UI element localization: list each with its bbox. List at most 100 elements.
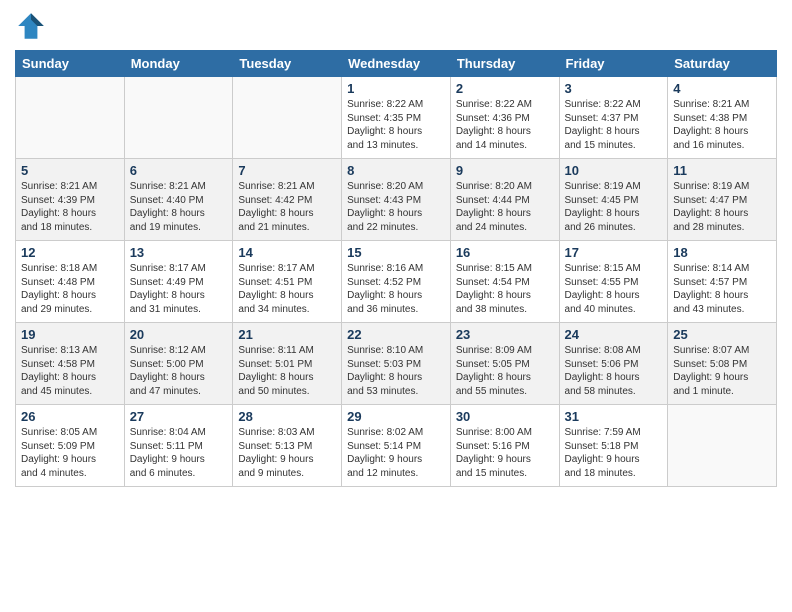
day-info: Sunrise: 8:21 AM Sunset: 4:38 PM Dayligh… (673, 98, 771, 152)
calendar-cell (124, 77, 233, 159)
day-info: Sunrise: 8:05 AM Sunset: 5:09 PM Dayligh… (21, 426, 119, 480)
week-row-2: 5 Sunrise: 8:21 AM Sunset: 4:39 PM Daylig… (16, 159, 777, 241)
weekday-header-row: SundayMondayTuesdayWednesdayThursdayFrid… (16, 51, 777, 77)
day-number: 7 (238, 163, 336, 178)
calendar-cell: 18 Sunrise: 8:14 AM Sunset: 4:57 PM Dayli… (668, 241, 777, 323)
day-number: 11 (673, 163, 771, 178)
calendar-cell: 28 Sunrise: 8:03 AM Sunset: 5:13 PM Dayli… (233, 405, 342, 487)
weekday-header-sunday: Sunday (16, 51, 125, 77)
calendar-cell: 10 Sunrise: 8:19 AM Sunset: 4:45 PM Dayli… (559, 159, 668, 241)
day-number: 5 (21, 163, 119, 178)
calendar-cell: 31 Sunrise: 7:59 AM Sunset: 5:18 PM Dayli… (559, 405, 668, 487)
calendar-cell: 16Sunrise: 8:15 AM Sunset: 4:54 PM Dayli… (450, 241, 559, 323)
day-info: Sunrise: 8:08 AM Sunset: 5:06 PM Dayligh… (565, 344, 663, 398)
calendar-cell: 26 Sunrise: 8:05 AM Sunset: 5:09 PM Dayli… (16, 405, 125, 487)
calendar-cell: 22Sunrise: 8:10 AM Sunset: 5:03 PM Dayli… (342, 323, 451, 405)
calendar-cell: 11 Sunrise: 8:19 AM Sunset: 4:47 PM Dayli… (668, 159, 777, 241)
day-number: 25 (673, 327, 771, 342)
day-info: Sunrise: 8:17 AM Sunset: 4:49 PM Dayligh… (130, 262, 228, 316)
day-number: 10 (565, 163, 663, 178)
day-info: Sunrise: 8:21 AM Sunset: 4:39 PM Dayligh… (21, 180, 119, 234)
calendar-cell: 12Sunrise: 8:18 AM Sunset: 4:48 PM Dayli… (16, 241, 125, 323)
day-info: Sunrise: 8:22 AM Sunset: 4:37 PM Dayligh… (565, 98, 663, 152)
logo-icon (15, 10, 47, 42)
weekday-header-monday: Monday (124, 51, 233, 77)
week-row-4: 19 Sunrise: 8:13 AM Sunset: 4:58 PM Dayli… (16, 323, 777, 405)
day-number: 26 (21, 409, 119, 424)
calendar-cell: 4 Sunrise: 8:21 AM Sunset: 4:38 PM Daylig… (668, 77, 777, 159)
calendar-cell: 3 Sunrise: 8:22 AM Sunset: 4:37 PM Daylig… (559, 77, 668, 159)
calendar-cell: 7 Sunrise: 8:21 AM Sunset: 4:42 PM Daylig… (233, 159, 342, 241)
day-number: 8 (347, 163, 445, 178)
day-info: Sunrise: 8:19 AM Sunset: 4:45 PM Dayligh… (565, 180, 663, 234)
day-number: 27 (130, 409, 228, 424)
day-number: 28 (238, 409, 336, 424)
header (15, 10, 777, 42)
day-info: Sunrise: 8:10 AM Sunset: 5:03 PM Dayligh… (347, 344, 445, 398)
day-info: Sunrise: 8:14 AM Sunset: 4:57 PM Dayligh… (673, 262, 771, 316)
day-number: 2 (456, 81, 554, 96)
weekday-header-saturday: Saturday (668, 51, 777, 77)
day-number: 17 (565, 245, 663, 260)
day-number: 18 (673, 245, 771, 260)
day-number: 3 (565, 81, 663, 96)
day-number: 19 (21, 327, 119, 342)
day-info: Sunrise: 8:07 AM Sunset: 5:08 PM Dayligh… (673, 344, 771, 398)
calendar-cell: 14 Sunrise: 8:17 AM Sunset: 4:51 PM Dayli… (233, 241, 342, 323)
week-row-3: 12Sunrise: 8:18 AM Sunset: 4:48 PM Dayli… (16, 241, 777, 323)
calendar-cell: 9 Sunrise: 8:20 AM Sunset: 4:44 PM Daylig… (450, 159, 559, 241)
calendar-cell: 5 Sunrise: 8:21 AM Sunset: 4:39 PM Daylig… (16, 159, 125, 241)
day-info: Sunrise: 8:16 AM Sunset: 4:52 PM Dayligh… (347, 262, 445, 316)
week-row-5: 26 Sunrise: 8:05 AM Sunset: 5:09 PM Dayli… (16, 405, 777, 487)
day-number: 31 (565, 409, 663, 424)
day-info: Sunrise: 8:09 AM Sunset: 5:05 PM Dayligh… (456, 344, 554, 398)
page-container: SundayMondayTuesdayWednesdayThursdayFrid… (0, 0, 792, 492)
day-info: Sunrise: 8:13 AM Sunset: 4:58 PM Dayligh… (21, 344, 119, 398)
day-number: 12 (21, 245, 119, 260)
calendar-cell: 21Sunrise: 8:11 AM Sunset: 5:01 PM Dayli… (233, 323, 342, 405)
day-number: 4 (673, 81, 771, 96)
calendar-cell: 20Sunrise: 8:12 AM Sunset: 5:00 PM Dayli… (124, 323, 233, 405)
day-number: 29 (347, 409, 445, 424)
day-info: Sunrise: 8:20 AM Sunset: 4:44 PM Dayligh… (456, 180, 554, 234)
calendar-cell (233, 77, 342, 159)
calendar-cell: 8Sunrise: 8:20 AM Sunset: 4:43 PM Daylig… (342, 159, 451, 241)
calendar-cell: 15Sunrise: 8:16 AM Sunset: 4:52 PM Dayli… (342, 241, 451, 323)
day-info: Sunrise: 8:21 AM Sunset: 4:42 PM Dayligh… (238, 180, 336, 234)
calendar: SundayMondayTuesdayWednesdayThursdayFrid… (15, 50, 777, 487)
day-number: 6 (130, 163, 228, 178)
calendar-cell: 23Sunrise: 8:09 AM Sunset: 5:05 PM Dayli… (450, 323, 559, 405)
weekday-header-thursday: Thursday (450, 51, 559, 77)
calendar-cell: 1Sunrise: 8:22 AM Sunset: 4:35 PM Daylig… (342, 77, 451, 159)
day-info: Sunrise: 8:00 AM Sunset: 5:16 PM Dayligh… (456, 426, 554, 480)
day-number: 30 (456, 409, 554, 424)
day-number: 13 (130, 245, 228, 260)
day-number: 16 (456, 245, 554, 260)
day-number: 14 (238, 245, 336, 260)
weekday-header-tuesday: Tuesday (233, 51, 342, 77)
day-info: Sunrise: 8:02 AM Sunset: 5:14 PM Dayligh… (347, 426, 445, 480)
logo (15, 10, 51, 42)
day-info: Sunrise: 8:19 AM Sunset: 4:47 PM Dayligh… (673, 180, 771, 234)
calendar-cell: 25 Sunrise: 8:07 AM Sunset: 5:08 PM Dayli… (668, 323, 777, 405)
day-info: Sunrise: 8:15 AM Sunset: 4:55 PM Dayligh… (565, 262, 663, 316)
calendar-cell: 27 Sunrise: 8:04 AM Sunset: 5:11 PM Dayli… (124, 405, 233, 487)
calendar-cell: 17 Sunrise: 8:15 AM Sunset: 4:55 PM Dayli… (559, 241, 668, 323)
day-info: Sunrise: 8:21 AM Sunset: 4:40 PM Dayligh… (130, 180, 228, 234)
day-info: Sunrise: 8:03 AM Sunset: 5:13 PM Dayligh… (238, 426, 336, 480)
calendar-cell: 2Sunrise: 8:22 AM Sunset: 4:36 PM Daylig… (450, 77, 559, 159)
day-number: 1 (347, 81, 445, 96)
calendar-cell: 19 Sunrise: 8:13 AM Sunset: 4:58 PM Dayli… (16, 323, 125, 405)
day-info: Sunrise: 8:12 AM Sunset: 5:00 PM Dayligh… (130, 344, 228, 398)
calendar-cell: 24Sunrise: 8:08 AM Sunset: 5:06 PM Dayli… (559, 323, 668, 405)
day-info: Sunrise: 8:04 AM Sunset: 5:11 PM Dayligh… (130, 426, 228, 480)
day-info: Sunrise: 8:17 AM Sunset: 4:51 PM Dayligh… (238, 262, 336, 316)
weekday-header-wednesday: Wednesday (342, 51, 451, 77)
week-row-1: 1Sunrise: 8:22 AM Sunset: 4:35 PM Daylig… (16, 77, 777, 159)
weekday-header-friday: Friday (559, 51, 668, 77)
day-number: 9 (456, 163, 554, 178)
day-info: Sunrise: 7:59 AM Sunset: 5:18 PM Dayligh… (565, 426, 663, 480)
calendar-cell: 13 Sunrise: 8:17 AM Sunset: 4:49 PM Dayli… (124, 241, 233, 323)
calendar-cell: 30 Sunrise: 8:00 AM Sunset: 5:16 PM Dayli… (450, 405, 559, 487)
calendar-cell: 6 Sunrise: 8:21 AM Sunset: 4:40 PM Daylig… (124, 159, 233, 241)
